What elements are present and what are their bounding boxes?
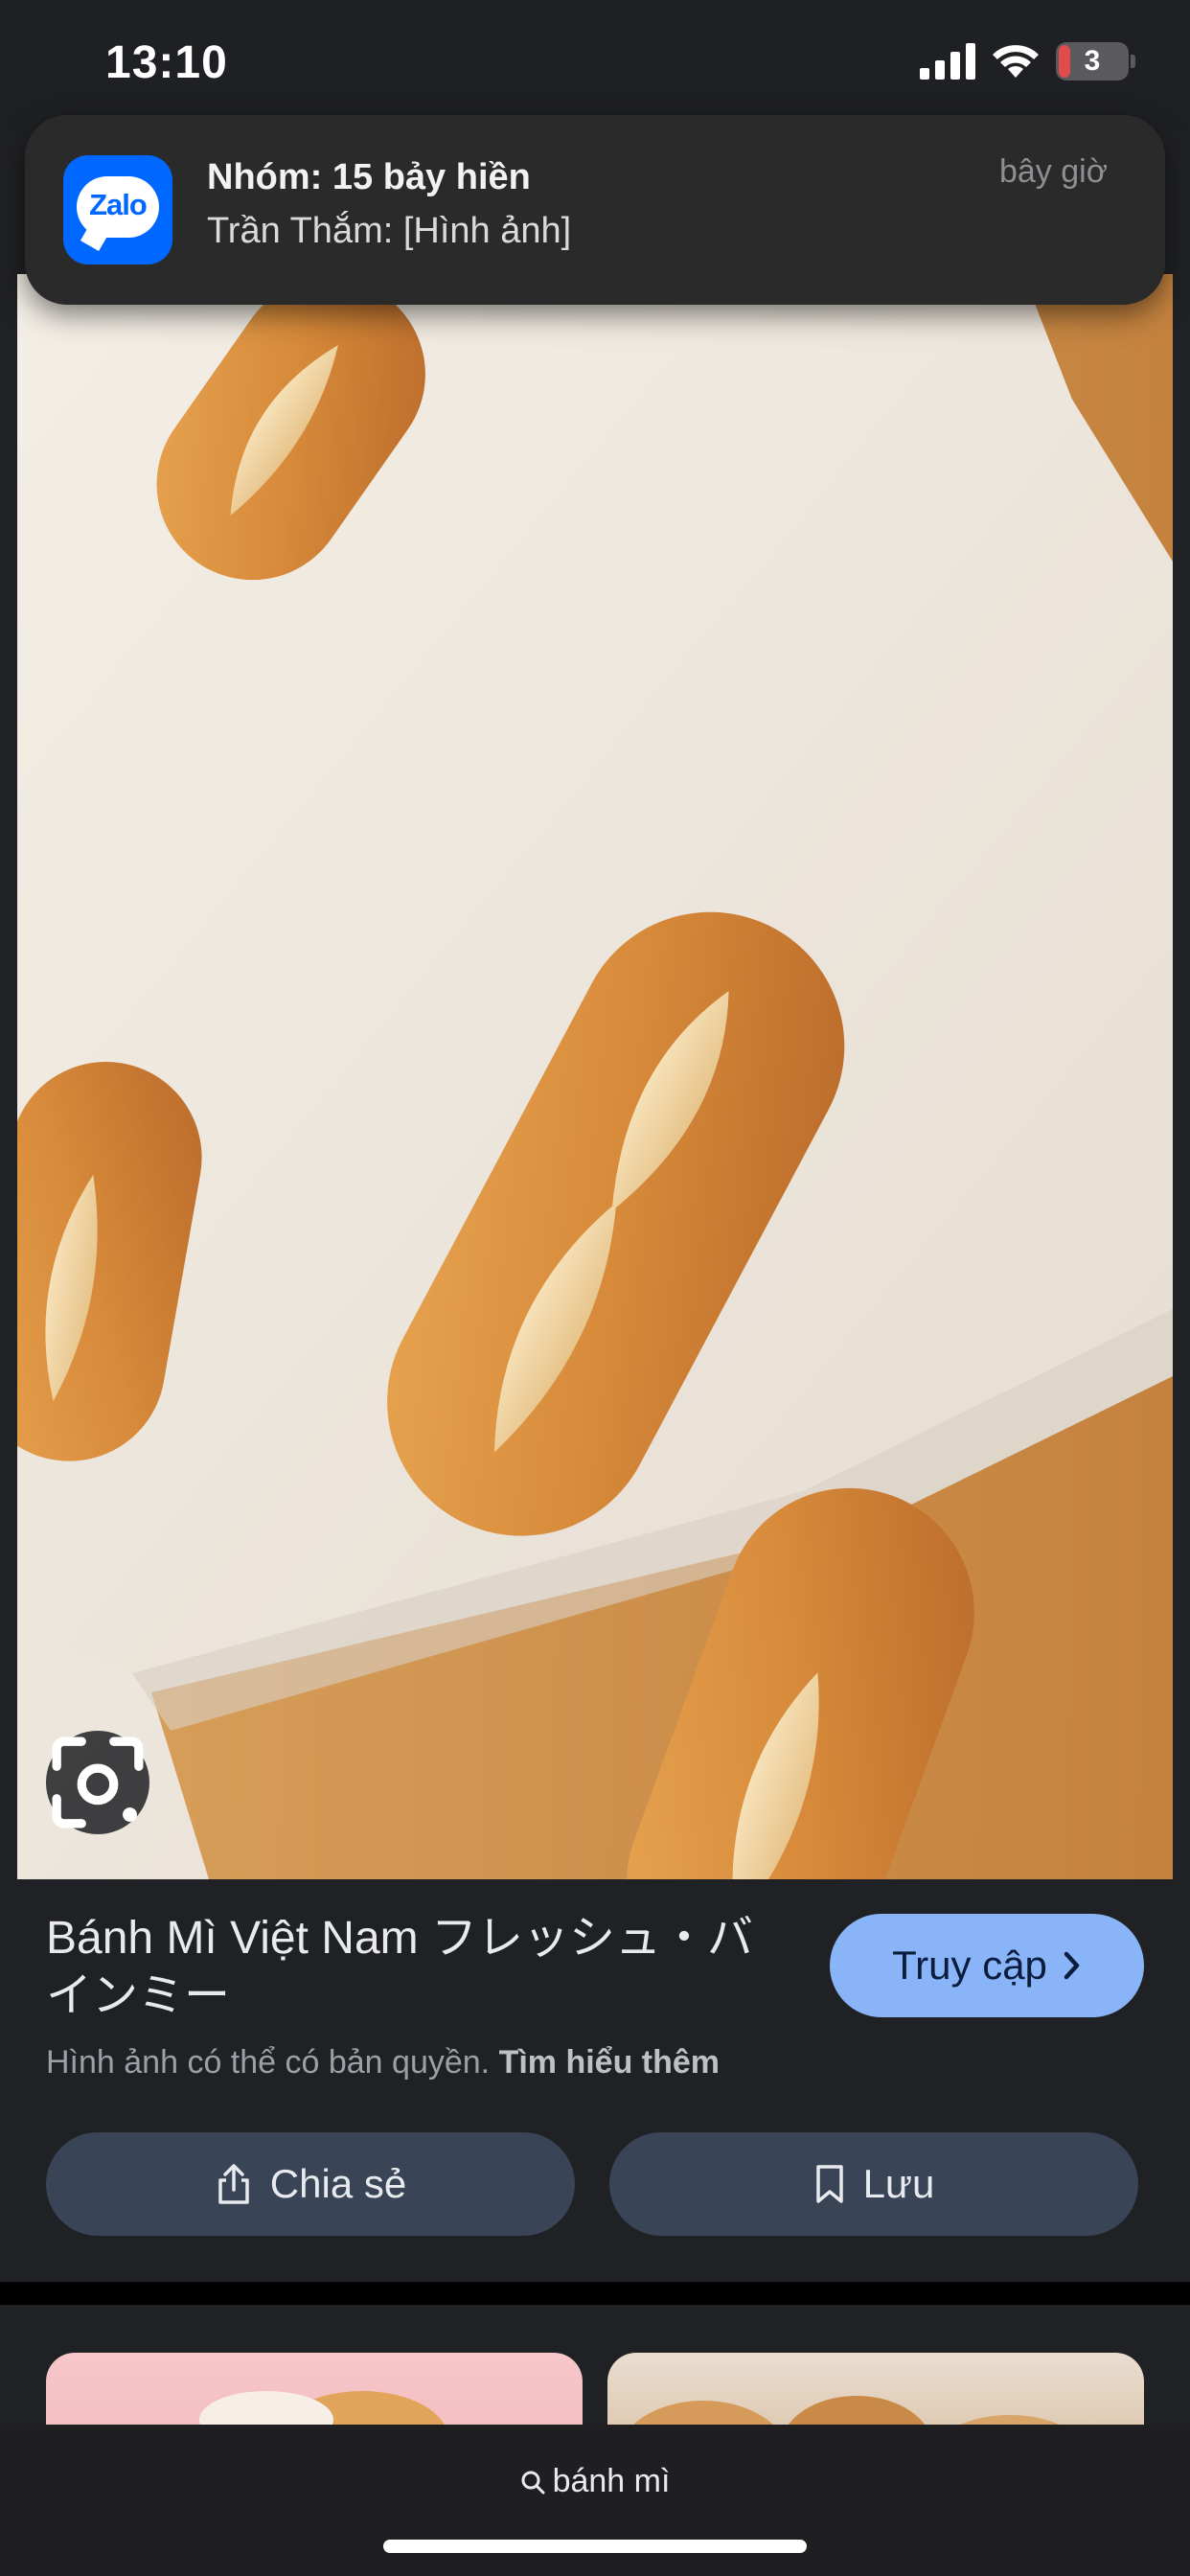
wifi-icon	[993, 45, 1039, 78]
copyright-text: Hình ảnh có thể có bản quyền.	[46, 2044, 499, 2081]
chevron-right-icon	[1064, 1951, 1080, 1980]
battery-level: 3	[1084, 45, 1101, 77]
zalo-app-icon: Zalo	[63, 155, 172, 264]
search-query-chip[interactable]: bánh mì	[0, 2463, 1190, 2500]
search-query-text: bánh mì	[552, 2463, 671, 2499]
cellular-signal-icon	[920, 43, 975, 80]
baguette-photo	[17, 274, 1173, 1879]
save-button[interactable]: Lưu	[609, 2132, 1138, 2236]
learn-more-link[interactable]: Tìm hiểu thêm	[499, 2044, 720, 2081]
zalo-notification[interactable]: Zalo Nhóm: 15 bảy hiền Trần Thắm: [Hình …	[25, 115, 1165, 305]
image-viewer-screen: 13:10 3 Zalo Nhóm: 15 bảy hiền Trần Thắm…	[0, 0, 1190, 2576]
status-time: 13:10	[105, 37, 228, 88]
lens-search-button[interactable]	[46, 1731, 149, 1834]
section-divider	[0, 2282, 1190, 2305]
save-label: Lưu	[862, 2161, 935, 2206]
share-button[interactable]: Chia sẻ	[46, 2132, 575, 2236]
status-icons: 3	[920, 42, 1135, 80]
bookmark-icon	[815, 2165, 843, 2203]
notification-body: Trần Thắm: [Hình ảnh]	[207, 211, 572, 251]
lens-icon	[52, 1736, 144, 1828]
image-info-panel: Bánh Mì Việt Nam フレッシュ・バインミー Truy cập Hì…	[0, 1879, 1190, 2282]
search-icon	[521, 2471, 545, 2494]
result-title[interactable]: Bánh Mì Việt Nam フレッシュ・バインミー	[46, 1910, 784, 2025]
main-image[interactable]	[17, 274, 1173, 1879]
home-indicator[interactable]	[383, 2540, 807, 2553]
notification-title: Nhóm: 15 bảy hiền	[207, 157, 531, 197]
zalo-logo-text: Zalo	[89, 188, 148, 221]
visit-button[interactable]: Truy cập	[830, 1914, 1144, 2017]
share-icon	[218, 2164, 249, 2204]
bottom-search-bar: bánh mì	[0, 2425, 1190, 2576]
status-bar: 13:10 3	[0, 0, 1190, 134]
visit-label: Truy cập	[892, 1943, 1047, 1988]
copyright-notice: Hình ảnh có thể có bản quyền. Tìm hiểu t…	[46, 2044, 720, 2082]
notification-time: bây giờ	[998, 153, 1108, 190]
battery-icon: 3	[1056, 42, 1135, 80]
share-label: Chia sẻ	[269, 2161, 407, 2206]
